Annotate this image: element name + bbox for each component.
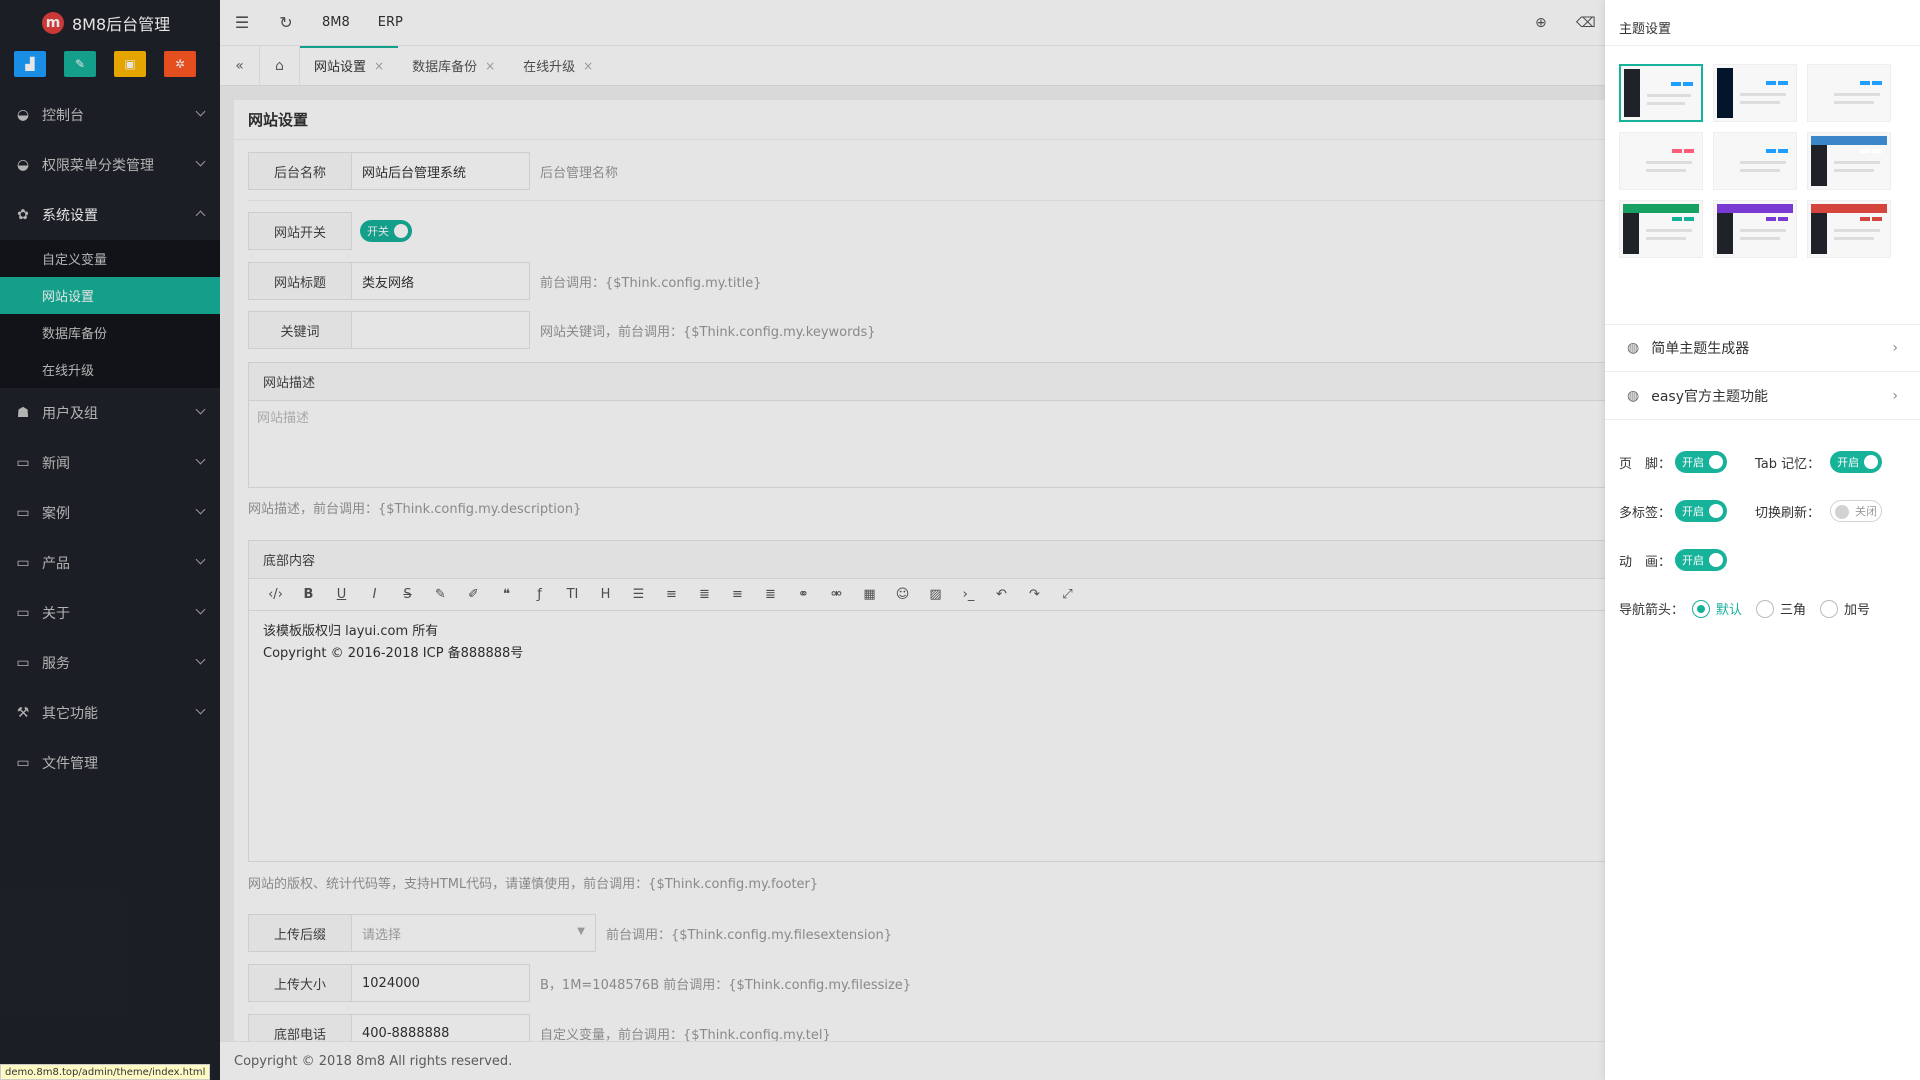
theme-swatch[interactable] [1807, 64, 1891, 122]
option-animation: 动 画： 开启 [1619, 549, 1727, 571]
radio-label: 加号 [1844, 603, 1871, 618]
theme-swatch[interactable] [1619, 132, 1703, 190]
link-label: 简单主题生成器 [1651, 341, 1750, 357]
switch-knob [1864, 455, 1879, 469]
theme-swatch[interactable] [1807, 200, 1891, 258]
simple-theme-generator-link[interactable]: ◍ 简单主题生成器 › [1605, 324, 1920, 372]
theme-swatch[interactable] [1713, 64, 1797, 122]
option-label: 页 脚： [1619, 456, 1672, 472]
theme-swatches [1605, 46, 1920, 258]
switch-knob [1709, 553, 1723, 567]
switch-text: 开启 [1682, 456, 1704, 469]
switch-knob [1709, 455, 1723, 469]
footer-toggle[interactable]: 开启 [1675, 451, 1727, 473]
palette-icon: ◍ [1627, 340, 1640, 356]
chevron-right-icon: › [1892, 387, 1898, 404]
theme-swatch[interactable] [1713, 200, 1797, 258]
option-label: 导航箭头： [1619, 603, 1685, 618]
radio-circle [1692, 599, 1711, 618]
option-tab-memory: Tab 记忆： 开启 [1755, 451, 1883, 473]
tab-memory-toggle[interactable]: 开启 [1830, 451, 1883, 473]
theme-swatch[interactable] [1713, 132, 1797, 190]
switch-text: 开启 [1682, 505, 1704, 518]
theme-panel-title: 主题设置 [1605, 0, 1920, 46]
status-url: demo.8m8.top/admin/theme/index.html [0, 1064, 211, 1080]
radio-label: 三角 [1780, 603, 1807, 618]
theme-swatch[interactable] [1619, 200, 1703, 258]
switch-text: 关闭 [1855, 505, 1878, 518]
option-label: 动 画： [1619, 554, 1672, 570]
theme-swatch[interactable] [1807, 132, 1891, 190]
option-label: 切换刷新： [1755, 505, 1821, 521]
nav-arrow-radio-default[interactable]: 默认 [1692, 599, 1742, 618]
option-nav-arrow: 导航箭头： 默认 三角 加号 [1619, 599, 1884, 618]
switch-text: 开启 [1837, 456, 1860, 469]
switch-knob [1709, 504, 1723, 518]
multi-tab-toggle[interactable]: 开启 [1675, 500, 1727, 522]
animation-toggle[interactable]: 开启 [1675, 549, 1727, 571]
switch-refresh-toggle[interactable]: 关闭 [1830, 500, 1883, 522]
nav-arrow-radio-triangle[interactable]: 三角 [1756, 599, 1806, 618]
option-footer: 页 脚： 开启 [1619, 451, 1727, 473]
chevron-right-icon: › [1892, 340, 1898, 356]
radio-circle [1756, 599, 1775, 618]
switch-text: 开启 [1682, 554, 1704, 567]
switch-knob [1835, 505, 1850, 519]
option-label: Tab 记忆： [1755, 456, 1821, 472]
easy-theme-link[interactable]: ◍ easy官方主题功能 › [1605, 372, 1920, 420]
option-multi-tab: 多标签： 开启 [1619, 500, 1727, 522]
palette-icon: ◍ [1627, 387, 1640, 404]
nav-arrow-radio-plus[interactable]: 加号 [1820, 599, 1870, 618]
radio-label: 默认 [1716, 603, 1743, 618]
radio-circle [1820, 599, 1839, 618]
option-switch-refresh: 切换刷新： 关闭 [1755, 500, 1883, 522]
link-label: easy官方主题功能 [1651, 388, 1768, 405]
theme-panel: 主题设置 ◍ 简单主题生成器 › ◍ easy官方主题功能 › 页 脚： 开启 … [1605, 0, 1920, 1080]
theme-swatch[interactable] [1619, 64, 1703, 122]
option-label: 多标签： [1619, 505, 1672, 521]
